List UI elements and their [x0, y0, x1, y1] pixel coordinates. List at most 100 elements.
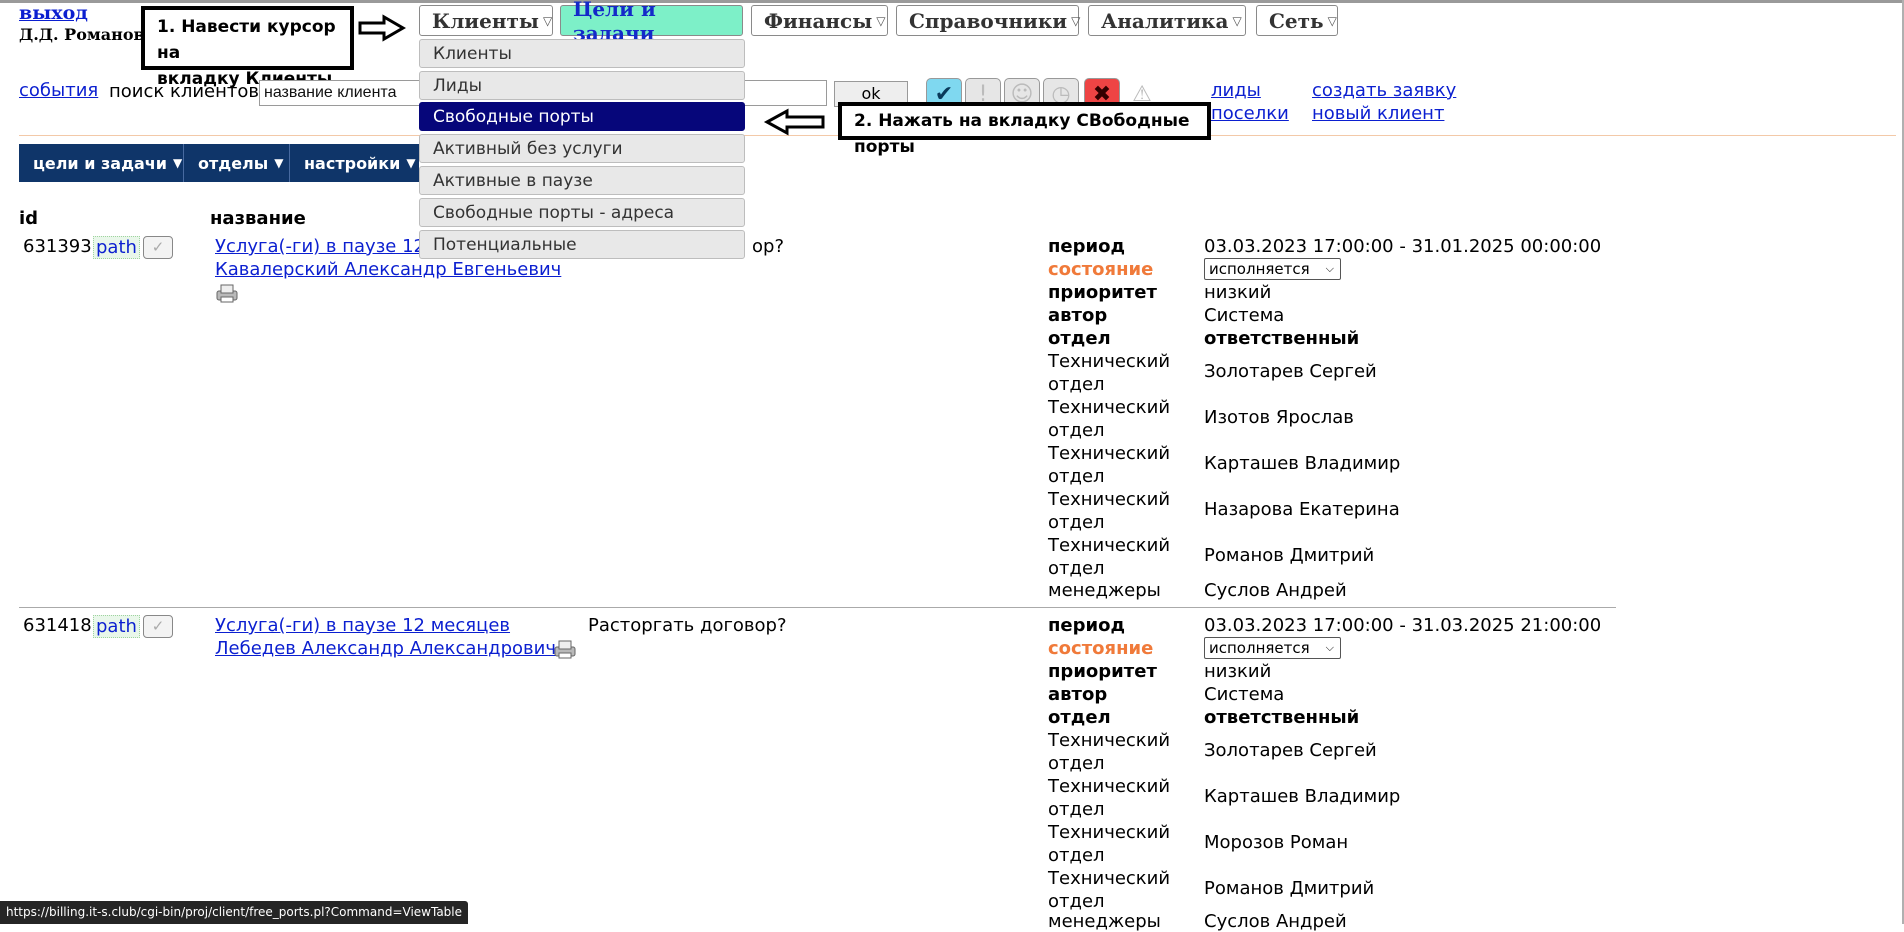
chevron-down-icon: ▽	[876, 13, 886, 28]
priority-value: низкий	[1204, 661, 1272, 682]
caret-down-icon: ▼	[406, 156, 416, 170]
menu-item-active-no-service[interactable]: Активный без услуги	[419, 134, 745, 163]
dept-name: Технический отдел	[1048, 534, 1170, 580]
managers-label: менеджеры	[1048, 580, 1161, 601]
menu-item-leads[interactable]: Лиды	[419, 71, 745, 100]
annotation-step-1-line1: 1. Навести курсор на	[157, 17, 336, 63]
new-client-link[interactable]: новый клиент	[1312, 103, 1444, 124]
tab-goals[interactable]: Цели и задачи	[560, 0, 743, 45]
tab-clients-label: Клиенты	[432, 8, 539, 33]
menu-item-free-ports[interactable]: Свободные порты	[419, 102, 745, 131]
service-link[interactable]: Услуга(-ги) в паузе 12	[215, 236, 425, 257]
priority-value: низкий	[1204, 282, 1272, 303]
state-select-value: исполняется	[1209, 639, 1310, 657]
menu-item-clients[interactable]: Клиенты	[419, 39, 745, 68]
subnav-settings[interactable]: настройки ▼	[290, 144, 419, 182]
dept-line2: отдел	[1048, 845, 1105, 866]
villages-link[interactable]: поселки	[1211, 103, 1289, 124]
responsible-person: Карташев Владимир	[1204, 453, 1401, 474]
window-top-border	[0, 0, 1904, 3]
period-label: период	[1048, 236, 1126, 257]
annotation-step-2: 2. Нажать на вкладку СВободные порты	[838, 102, 1211, 157]
author-value: Система	[1204, 684, 1285, 705]
column-header-name: название	[210, 208, 306, 229]
subnav-goals-label: цели и задачи	[33, 153, 167, 173]
chevron-down-icon: ▽	[1232, 13, 1242, 28]
dept-line2: отдел	[1048, 891, 1105, 912]
client-link[interactable]: Кавалерский Александр Евгеньевич	[215, 259, 561, 280]
responsible-label: ответственный	[1204, 707, 1360, 728]
column-header-id: id	[19, 208, 39, 229]
responsible-person: Золотарев Сергей	[1204, 361, 1377, 382]
responsible-person: Изотов Ярослав	[1204, 407, 1354, 428]
row-divider	[19, 607, 1616, 608]
client-link[interactable]: Лебедев Александр Александрович	[215, 638, 556, 659]
tab-finance[interactable]: Финансы ▽	[751, 5, 888, 36]
dept-name: Технический отдел	[1048, 775, 1170, 821]
tab-network-label: Сеть	[1269, 8, 1324, 33]
events-link[interactable]: события	[19, 80, 98, 101]
path-link[interactable]: path	[93, 615, 140, 638]
tab-network[interactable]: Сеть ▽	[1256, 5, 1338, 36]
subnav-goals[interactable]: цели и задачи ▼	[19, 144, 184, 182]
table-row-id: 631393	[23, 236, 92, 257]
managers-label: менеджеры	[1048, 911, 1161, 932]
dept-name: Технический отдел	[1048, 821, 1170, 867]
create-request-link[interactable]: создать заявку	[1312, 80, 1456, 101]
dept-label: отдел	[1048, 328, 1111, 349]
responsible-person: Золотарев Сергей	[1204, 740, 1377, 761]
priority-label: приоритет	[1048, 282, 1157, 303]
state-select-value: исполняется	[1209, 260, 1310, 278]
dept-line1: Технический	[1048, 868, 1171, 889]
priority-label: приоритет	[1048, 661, 1157, 682]
caret-down-icon: ▼	[173, 156, 183, 170]
question-text: Расторгать договор?	[588, 615, 787, 636]
search-label: поиск клиентов	[109, 81, 259, 102]
dept-line2: отдел	[1048, 799, 1105, 820]
tab-analytics[interactable]: Аналитика ▽	[1088, 5, 1246, 36]
done-checkbox[interactable]: ✓	[143, 236, 173, 259]
leads-link[interactable]: лиды	[1211, 80, 1261, 101]
menu-item-potential[interactable]: Потенциальные	[419, 230, 745, 259]
dept-line2: отдел	[1048, 558, 1105, 579]
state-select[interactable]: исполняется ⌵	[1204, 637, 1341, 659]
state-select[interactable]: исполняется ⌵	[1204, 258, 1341, 280]
responsible-person: Романов Дмитрий	[1204, 878, 1375, 899]
dept-line1: Технический	[1048, 776, 1171, 797]
tab-clients[interactable]: Клиенты ▽	[419, 5, 553, 36]
chevron-down-icon: ▽	[542, 13, 553, 28]
responsible-person: Карташев Владимир	[1204, 786, 1401, 807]
period-value: 03.03.2023 17:00:00 - 31.01.2025 00:00:0…	[1204, 236, 1602, 257]
tab-directories[interactable]: Справочники ▽	[896, 5, 1080, 36]
chevron-down-icon: ⌵	[1325, 262, 1334, 275]
dept-name: Технический отдел	[1048, 488, 1170, 534]
path-link[interactable]: path	[93, 236, 140, 259]
arrow-right-icon	[358, 14, 406, 42]
dept-name: Технический отдел	[1048, 442, 1170, 488]
tab-goals-label: Цели и задачи	[573, 0, 656, 45]
menu-item-free-ports-addresses[interactable]: Свободные порты - адреса	[419, 198, 745, 227]
responsible-person: Назарова Екатерина	[1204, 499, 1400, 520]
logout-link[interactable]: выход	[19, 2, 88, 24]
dept-line1: Технический	[1048, 489, 1171, 510]
table-row-id: 631418	[23, 615, 92, 636]
menu-item-active-paused[interactable]: Активные в паузе	[419, 166, 745, 195]
user-name: Д.Д. Романов	[19, 25, 145, 44]
tab-finance-label: Финансы	[764, 8, 873, 33]
arrow-left-icon	[763, 108, 825, 136]
dept-line1: Технический	[1048, 730, 1171, 751]
subnav-departments[interactable]: отделы ▼	[184, 144, 290, 182]
printer-icon[interactable]	[215, 283, 239, 303]
responsible-label: ответственный	[1204, 328, 1360, 349]
manager-person: Суслов Андрей	[1204, 911, 1347, 932]
printer-icon[interactable]	[553, 639, 577, 659]
subnav-settings-label: настройки	[304, 153, 401, 173]
service-link[interactable]: Услуга(-ги) в паузе 12 месяцев	[215, 615, 510, 636]
manager-person: Суслов Андрей	[1204, 580, 1347, 601]
dept-line1: Технический	[1048, 535, 1171, 556]
done-checkbox[interactable]: ✓	[143, 615, 173, 638]
question-text: ор?	[752, 236, 784, 257]
responsible-person: Морозов Роман	[1204, 832, 1349, 853]
state-label: состояние	[1048, 259, 1154, 280]
period-label: период	[1048, 615, 1126, 636]
